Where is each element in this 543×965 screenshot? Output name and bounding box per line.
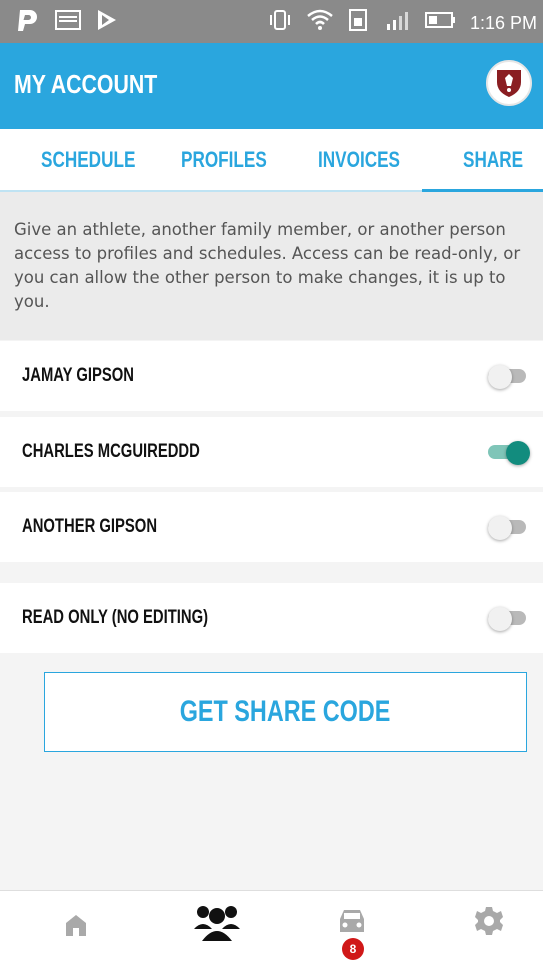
read-only-label: READ ONLY (NO EDITING)	[22, 607, 209, 628]
vibrate-icon	[268, 9, 292, 37]
share-row-another-gipson: ANOTHER GIPSON	[0, 492, 543, 562]
clock: 1:16 PM	[469, 12, 537, 33]
notification-badge: 8	[342, 938, 364, 960]
tab-invoices[interactable]: INVOICES	[318, 147, 400, 173]
share-row-jamay-gipson: JAMAY GIPSON	[0, 341, 543, 411]
read-only-toggle[interactable]	[488, 607, 528, 631]
share-row-name: JAMAY GIPSON	[22, 365, 135, 386]
share-row-name: CHARLES MCGUIREDDD	[22, 441, 200, 462]
share-info-panel: Give an athlete, another family member, …	[0, 192, 543, 340]
share-toggle[interactable]	[488, 441, 530, 465]
battery-icon	[424, 10, 456, 36]
tab-profiles[interactable]: PROFILES	[181, 147, 267, 173]
signal-icon	[384, 9, 410, 37]
share-row-name: ANOTHER GIPSON	[22, 516, 158, 537]
team-logo[interactable]	[486, 60, 532, 106]
gear-icon[interactable]	[473, 905, 513, 945]
play-store-icon	[94, 7, 120, 38]
get-share-code-label: GET SHARE CODE	[180, 695, 391, 728]
home-icon[interactable]	[62, 911, 102, 951]
tab-schedule[interactable]: SCHEDULE	[41, 147, 135, 173]
read-only-row: READ ONLY (NO EDITING)	[0, 583, 543, 653]
wifi-icon	[306, 8, 334, 38]
tab-bar: SCHEDULE PROFILES INVOICES SHARE	[0, 129, 543, 192]
image-notification-icon	[54, 8, 82, 37]
app-notification-icon	[14, 6, 42, 39]
shield-icon	[497, 70, 521, 97]
page-title: MY ACCOUNT	[14, 69, 158, 99]
get-share-code-button[interactable]: GET SHARE CODE	[44, 672, 527, 752]
bottom-nav	[0, 890, 543, 965]
share-toggle[interactable]	[488, 516, 528, 540]
sim-icon	[348, 8, 370, 38]
share-info-text: Give an athlete, another family member, …	[14, 220, 521, 311]
app-bar: MY ACCOUNT	[0, 43, 543, 129]
share-toggle[interactable]	[488, 365, 528, 389]
share-row-charles-mcguireddd: CHARLES MCGUIREDDD	[0, 417, 543, 487]
team-icon[interactable]	[194, 903, 240, 943]
tab-share[interactable]: SHARE	[463, 147, 523, 173]
status-bar: 1:16 PM	[0, 0, 543, 43]
